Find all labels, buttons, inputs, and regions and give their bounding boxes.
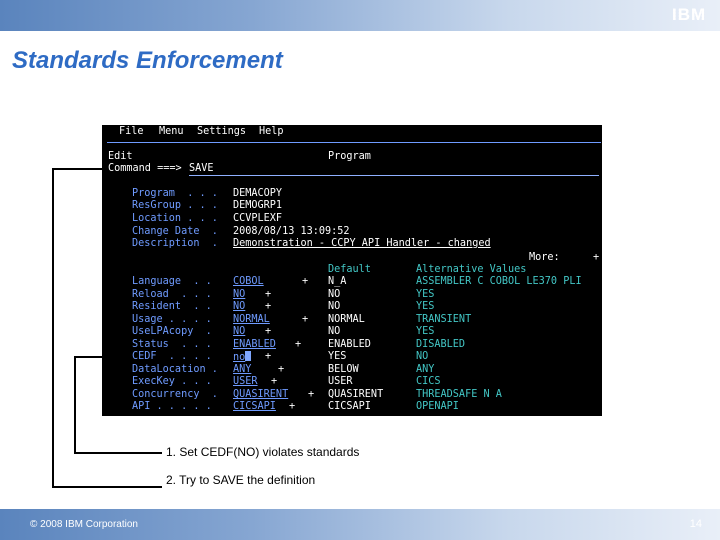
attr-input-datalocation[interactable]: ANY	[233, 364, 251, 377]
attr-label-language: Language . .	[132, 276, 212, 287]
attr-label-api: API . . . . .	[132, 401, 212, 412]
cics-terminal-screenshot: File Menu Settings Help Edit Program Com…	[102, 125, 602, 416]
attr-alt-concurrency: THREADSAFE N A	[416, 389, 502, 400]
attr-label-status: Status . . .	[132, 339, 212, 350]
callout-line-cedf-vertical	[74, 356, 76, 454]
text-cursor	[245, 351, 252, 361]
attr-input-status[interactable]: ENABLED	[233, 339, 276, 352]
attr-input-reload[interactable]: NO	[233, 289, 245, 302]
footer-bar: © 2008 IBM Corporation 14	[0, 509, 720, 540]
attr-input-cedf-value[interactable]: no	[233, 352, 245, 363]
attr-input-execkey[interactable]: USER	[233, 376, 258, 389]
attr-default-resident: NO	[328, 301, 341, 312]
attr-default-usage: NORMAL	[328, 314, 365, 325]
ibm-logo-text: IBM	[672, 5, 707, 24]
menu-menu[interactable]: Menu	[159, 126, 184, 139]
attr-input-concurrency[interactable]: QUASIRENT	[233, 389, 288, 402]
info-value-resgroup: DEMOGRP1	[233, 200, 283, 211]
attr-input-uselpacopy[interactable]: NO	[233, 326, 245, 339]
header-bar: IBM	[0, 0, 720, 31]
col-header-alternative: Alternative Values	[416, 264, 527, 275]
attr-default-language: N_A	[328, 276, 347, 287]
attr-default-reload: NO	[328, 289, 341, 300]
attr-plus-datalocation[interactable]: +	[278, 364, 284, 377]
attr-plus-execkey[interactable]: +	[271, 376, 277, 389]
attr-default-uselpacopy: NO	[328, 326, 341, 337]
attr-alt-api: OPENAPI	[416, 401, 459, 412]
attr-input-usage[interactable]: NORMAL	[233, 314, 270, 327]
info-label-location: Location . . .	[132, 213, 218, 224]
command-input[interactable]: SAVE	[189, 163, 214, 176]
info-label-change-date: Change Date .	[132, 226, 218, 237]
page-number: 14	[689, 518, 702, 530]
menu-divider	[107, 142, 601, 143]
attr-label-concurrency: Concurrency .	[132, 389, 218, 400]
attr-plus-uselpacopy[interactable]: +	[265, 326, 271, 339]
attr-label-reload: Reload . . .	[132, 289, 212, 300]
attr-plus-cedf[interactable]: +	[265, 351, 271, 364]
attr-plus-reload[interactable]: +	[265, 289, 271, 302]
copyright-text: © 2008 IBM Corporation	[30, 519, 138, 530]
slide-title: Standards Enforcement	[12, 47, 283, 74]
attr-default-status: ENABLED	[328, 339, 371, 350]
attr-label-execkey: ExecKey . . .	[132, 376, 212, 387]
attr-label-cedf: CEDF . . . .	[132, 351, 212, 362]
attr-default-cedf: YES	[328, 351, 347, 362]
attr-input-language[interactable]: COBOL	[233, 276, 264, 289]
attr-alt-uselpacopy: YES	[416, 326, 435, 337]
attr-plus-usage[interactable]: +	[302, 314, 308, 327]
attr-alt-language: ASSEMBLER C COBOL LE370 PLI	[416, 276, 582, 287]
menu-file[interactable]: File	[119, 126, 144, 139]
section-label: Program	[328, 151, 371, 162]
attr-default-api: CICSAPI	[328, 401, 371, 412]
callout-line-command-bottom	[52, 486, 162, 488]
callout-line-command-top	[52, 168, 108, 170]
callout-line-command-vertical	[52, 168, 54, 488]
attr-plus-api[interactable]: +	[289, 401, 295, 414]
col-header-default: Default	[328, 264, 371, 275]
attr-alt-cedf: NO	[416, 351, 429, 362]
ibm-logo: IBM	[672, 6, 712, 24]
attr-plus-resident[interactable]: +	[265, 301, 271, 314]
callout-line-cedf-bottom	[74, 452, 162, 454]
attr-label-uselpacopy: UseLPAcopy .	[132, 326, 212, 337]
attr-alt-status: DISABLED	[416, 339, 466, 350]
callout-line-cedf-top	[74, 356, 130, 358]
menu-settings[interactable]: Settings	[197, 126, 246, 139]
info-value-location: CCVPLEXF	[233, 213, 283, 224]
more-indicator: More:	[529, 252, 560, 263]
attr-alt-execkey: CICS	[416, 376, 441, 387]
attr-alt-resident: YES	[416, 301, 435, 312]
info-value-change-date: 2008/08/13 13:09:52	[233, 226, 350, 237]
attr-label-usage: Usage . . . .	[132, 314, 212, 325]
attr-plus-language[interactable]: +	[302, 276, 308, 289]
attr-label-resident: Resident . .	[132, 301, 212, 312]
attr-default-datalocation: BELOW	[328, 364, 359, 375]
note-cedf-violation: 1. Set CEDF(NO) violates standards	[166, 445, 360, 459]
mode-label: Edit	[108, 151, 133, 162]
info-label-resgroup: ResGroup . . .	[132, 200, 218, 211]
attr-input-api[interactable]: CICSAPI	[233, 401, 276, 414]
attr-plus-status[interactable]: +	[295, 339, 301, 352]
more-plus: +	[593, 252, 600, 263]
info-value-description[interactable]: Demonstration - CCPY API Handler - chang…	[233, 238, 491, 251]
attr-default-concurrency: QUASIRENT	[328, 389, 384, 400]
attr-input-resident[interactable]: NO	[233, 301, 245, 314]
attr-alt-datalocation: ANY	[416, 364, 435, 375]
info-label-program: Program . . .	[132, 188, 218, 199]
note-save-definition: 2. Try to SAVE the definition	[166, 473, 316, 487]
attr-default-execkey: USER	[328, 376, 353, 387]
attr-label-datalocation: DataLocation .	[132, 364, 218, 375]
menu-help[interactable]: Help	[259, 126, 284, 139]
command-label: Command ===>	[108, 163, 182, 174]
attr-plus-concurrency[interactable]: +	[308, 389, 314, 402]
command-underline	[189, 175, 599, 176]
attr-alt-reload: YES	[416, 289, 435, 300]
info-value-program: DEMACOPY	[233, 188, 283, 199]
attr-alt-usage: TRANSIENT	[416, 314, 472, 325]
attr-input-cedf[interactable]: no	[233, 351, 252, 365]
info-label-description: Description .	[132, 238, 218, 249]
